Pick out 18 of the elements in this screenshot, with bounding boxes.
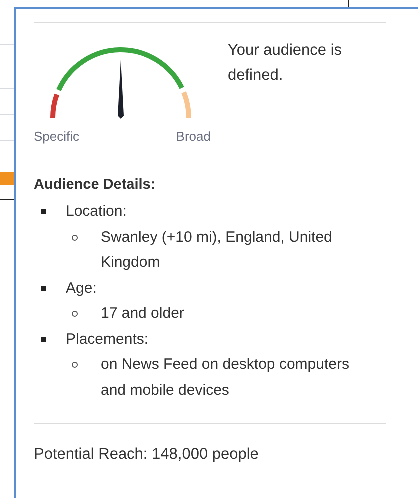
detail-value: Swanley (+10 mi), England, United Kingdom (101, 228, 334, 273)
bullet-icon (41, 209, 46, 214)
bullet-icon (72, 311, 78, 317)
detail-label: Location: (66, 202, 127, 222)
audience-status: Your audience is defined. (228, 41, 344, 86)
detail-value: 17 and older (101, 304, 186, 324)
gauge-min-label: Specific (34, 129, 80, 144)
highlight-bar (0, 172, 15, 185)
potential-reach: Potential Reach: 148,000 people (34, 446, 260, 464)
bullet-icon (41, 336, 46, 342)
details-heading: Audience Details: (34, 177, 157, 193)
detail-label: Age: (66, 278, 97, 298)
gauge-max-label: Broad (176, 129, 211, 144)
bullet-icon (72, 234, 78, 240)
bullet-icon (72, 362, 78, 368)
detail-label: Placements: (66, 330, 149, 350)
detail-value: on News Feed on desktop computers and mobile devices (101, 355, 350, 400)
bullet-icon (41, 286, 46, 290)
